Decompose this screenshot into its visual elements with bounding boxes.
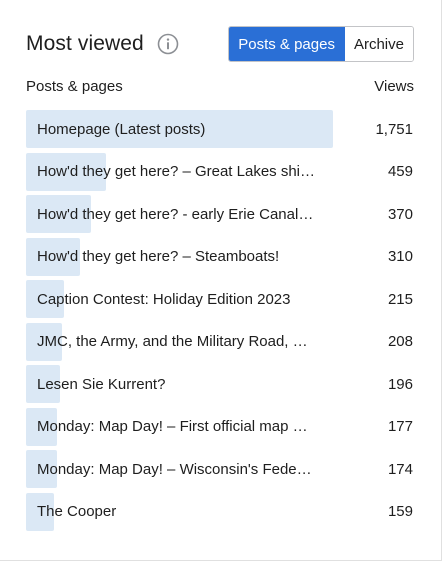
card-title: Most viewed — [26, 32, 144, 55]
info-circle-icon[interactable] — [157, 33, 179, 55]
list-item[interactable]: Lesen Sie Kurrent? 196 — [26, 365, 414, 403]
post-title-link[interactable]: Monday: Map Day! – Wisconsin's Fede… — [26, 461, 312, 478]
post-title-link[interactable]: Caption Contest: Holiday Edition 2023 — [26, 291, 291, 308]
view-count: 159 — [387, 503, 413, 520]
list-item[interactable]: The Cooper 159 — [26, 492, 414, 531]
tab-posts-pages[interactable]: Posts & pages — [229, 27, 345, 61]
column-header-posts: Posts & pages — [26, 77, 123, 95]
list-item[interactable]: Caption Contest: Holiday Edition 2023 215 — [26, 280, 414, 318]
list-item[interactable]: How'd they get here? – Great Lakes shi… 4… — [26, 152, 414, 191]
post-title-link[interactable]: How'd they get here? – Steamboats! — [26, 248, 279, 265]
post-title-link[interactable]: JMC, the Army, and the Military Road, … — [26, 333, 308, 350]
view-count: 208 — [387, 333, 413, 350]
view-count: 196 — [387, 375, 413, 393]
tab-archive[interactable]: Archive — [344, 27, 413, 61]
post-title-link[interactable]: Monday: Map Day! – First official map … — [26, 418, 308, 435]
list-item[interactable]: Monday: Map Day! – First official map … 1… — [26, 407, 414, 446]
post-title-link[interactable]: Lesen Sie Kurrent? — [26, 376, 165, 393]
list-item[interactable]: Monday: Map Day! – Wisconsin's Fede… 174 — [26, 450, 414, 488]
view-count: 177 — [387, 418, 413, 435]
list-item[interactable]: How'd they get here? - early Erie Canal…… — [26, 195, 414, 233]
view-count: 459 — [387, 163, 413, 180]
most-viewed-list: Homepage (Latest posts) 1,751 How'd they g… — [26, 110, 414, 535]
most-viewed-card: Most viewed Posts & pages Archive Posts … — [0, 0, 442, 561]
column-header-views: Views — [374, 77, 414, 95]
column-headers: Posts & pages Views — [26, 76, 414, 96]
post-title-link[interactable]: How'd they get here? – Great Lakes shi… — [26, 163, 315, 180]
post-title-link[interactable]: The Cooper — [26, 503, 116, 520]
view-count: 215 — [387, 290, 413, 308]
post-title-link[interactable]: Homepage (Latest posts) — [26, 121, 205, 138]
view-count: 1,751 — [375, 120, 413, 138]
list-item[interactable]: Homepage (Latest posts) 1,751 — [26, 110, 414, 148]
card-header: Most viewed Posts & pages Archive — [26, 26, 414, 62]
view-toggle: Posts & pages Archive — [228, 26, 414, 62]
list-item[interactable]: JMC, the Army, and the Military Road, … 2… — [26, 322, 414, 361]
post-title-link[interactable]: How'd they get here? - early Erie Canal… — [26, 206, 313, 223]
view-count: 174 — [387, 460, 413, 478]
view-count: 370 — [387, 205, 413, 223]
view-count: 310 — [387, 248, 413, 265]
list-item[interactable]: How'd they get here? – Steamboats! 310 — [26, 237, 414, 276]
